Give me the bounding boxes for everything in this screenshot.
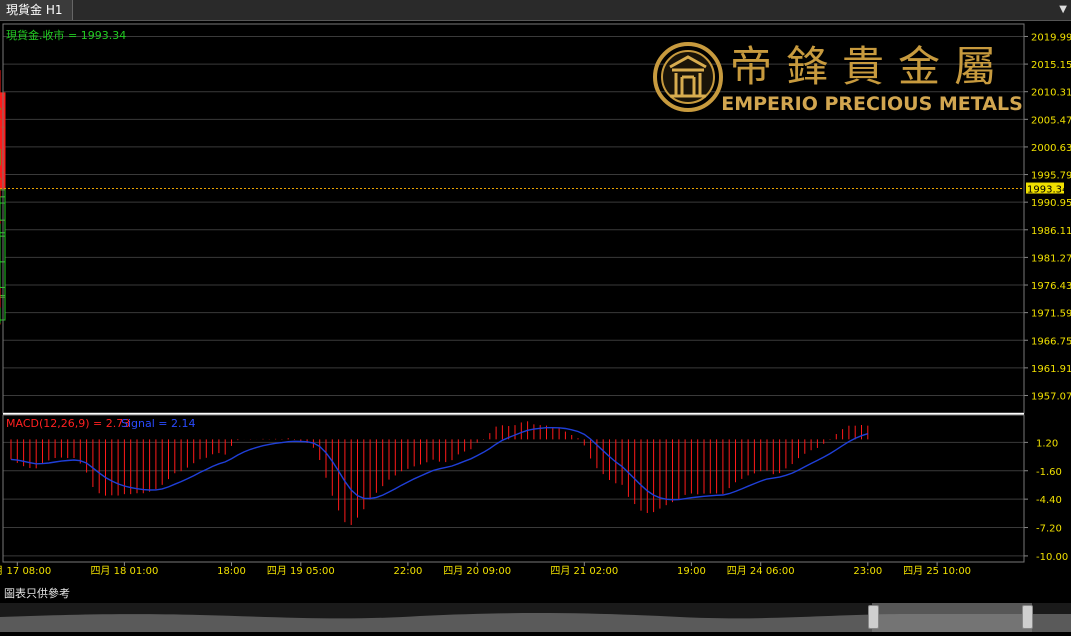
price-tick-label: 2005.47 [1031, 115, 1071, 126]
price-tick-label: 1957.07 [1031, 391, 1071, 402]
logo-english-text: EMPERIO PRECIOUS METALS [721, 93, 1023, 115]
current-price-label: 1993.34 [1027, 185, 1068, 196]
macd-tick-label: -10.00 [1036, 552, 1068, 563]
time-tick-label: 四月 25 10:00 [903, 565, 971, 577]
chart-tab-bar: 現貨金 H1 ▼ [0, 0, 1071, 21]
disclaimer-text: 圖表只供參考 [4, 587, 70, 600]
price-tick-label: 1976.43 [1031, 281, 1071, 292]
price-tick-label: 2015.15 [1031, 60, 1071, 71]
chart-area[interactable]: 2019.99 2015.15 2010.31 2005.47 2000.63 1995.… [0, 21, 1071, 583]
signal-legend: Signal = 2.14 [121, 417, 196, 430]
price-chart[interactable]: 2019.99 2015.15 2010.31 2005.47 2000.63 1995.… [0, 21, 1071, 583]
time-tick-label: 四月 18 01:00 [90, 565, 158, 577]
price-tick-label: 2010.31 [1031, 88, 1071, 99]
chevron-down-icon[interactable]: ▼ [1059, 0, 1067, 20]
price-tick-label: 1981.27 [1031, 253, 1071, 264]
price-legend: 現貨金.收市 = 1993.34 [6, 28, 126, 42]
macd-tick-label: 1.20 [1036, 438, 1058, 449]
time-tick-label: 18:00 [217, 566, 246, 577]
macd-tick-label: -4.40 [1036, 495, 1062, 506]
time-tick-label: 四月 19 05:00 [267, 565, 335, 577]
logo-chinese-text: 帝鋒貴金屬 [730, 42, 1010, 91]
macd-tick-label: -7.20 [1036, 524, 1062, 535]
time-tick-label: 四月 21 02:00 [550, 565, 618, 577]
time-tick-label: 四月 24 06:00 [727, 565, 795, 577]
price-tick-label: 1995.79 [1031, 171, 1071, 182]
chart-tab-label: 現貨金 H1 [6, 3, 63, 17]
company-logo: 帝鋒貴金屬 EMPERIO PRECIOUS METALS [653, 42, 1023, 115]
navigator-scrollbar[interactable] [0, 603, 1071, 632]
navigator-overview [0, 603, 1071, 632]
time-tick-label: 四月 20 09:00 [443, 565, 511, 577]
price-tick-label: 1971.59 [1031, 309, 1071, 320]
macd-tick-label: -1.60 [1036, 467, 1062, 478]
price-tick-label: 1990.95 [1031, 198, 1071, 209]
macd-legend: MACD(12,26,9) = 2.73 [6, 417, 130, 430]
time-tick-label: 19:00 [677, 566, 706, 577]
time-tick-label: 22:00 [393, 566, 422, 577]
time-tick-label: 四月 17 08:00 [0, 565, 51, 577]
navigator-right-handle[interactable] [1022, 605, 1033, 629]
chart-tab[interactable]: 現貨金 H1 [0, 0, 74, 20]
price-tick-label: 1961.91 [1031, 364, 1071, 375]
price-tick-label: 2000.63 [1031, 143, 1071, 154]
price-tick-label: 1986.11 [1031, 226, 1071, 237]
navigator-left-handle[interactable] [868, 605, 879, 629]
price-tick-label: 2019.99 [1031, 32, 1071, 43]
price-tick-label: 1966.75 [1031, 336, 1071, 347]
time-tick-label: 23:00 [853, 566, 882, 577]
